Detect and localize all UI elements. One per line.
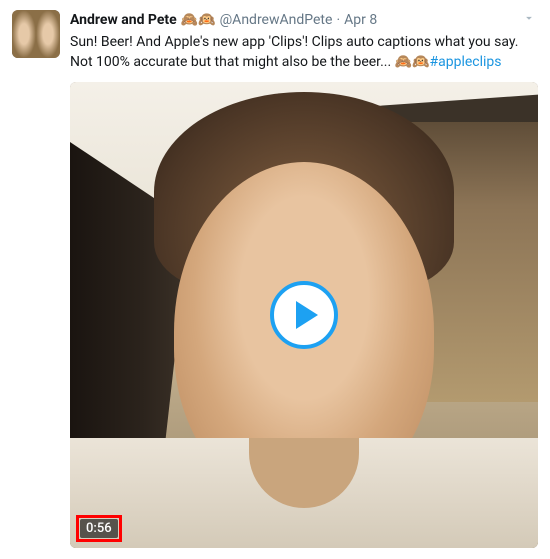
display-name[interactable]: Andrew and Pete xyxy=(70,10,177,30)
play-icon xyxy=(296,301,318,329)
name-emoji: 🙈🙉 xyxy=(181,10,216,30)
avatar[interactable] xyxy=(12,10,60,58)
play-button[interactable] xyxy=(270,281,338,349)
author-line: Andrew and Pete 🙈🙉 @AndrewAndPete · Apr … xyxy=(70,10,538,30)
chevron-down-icon[interactable] xyxy=(522,10,536,29)
tweet-container: Andrew and Pete 🙈🙉 @AndrewAndPete · Apr … xyxy=(0,0,550,558)
video-media[interactable]: 0:56 xyxy=(70,82,538,548)
tweet-date[interactable]: Apr 8 xyxy=(344,10,377,30)
username[interactable]: @AndrewAndPete xyxy=(220,10,333,30)
duration-highlight: 0:56 xyxy=(76,515,122,542)
tweet-content: Andrew and Pete 🙈🙉 @AndrewAndPete · Apr … xyxy=(70,10,538,72)
text-emoji: 🙈🙉 xyxy=(395,54,430,70)
video-duration: 0:56 xyxy=(80,519,118,538)
separator: · xyxy=(336,10,340,30)
tweet-header: Andrew and Pete 🙈🙉 @AndrewAndPete · Apr … xyxy=(12,10,538,72)
hashtag-link[interactable]: #appleclips xyxy=(430,54,502,70)
tweet-text: Sun! Beer! And Apple's new app 'Clips'! … xyxy=(70,32,538,72)
